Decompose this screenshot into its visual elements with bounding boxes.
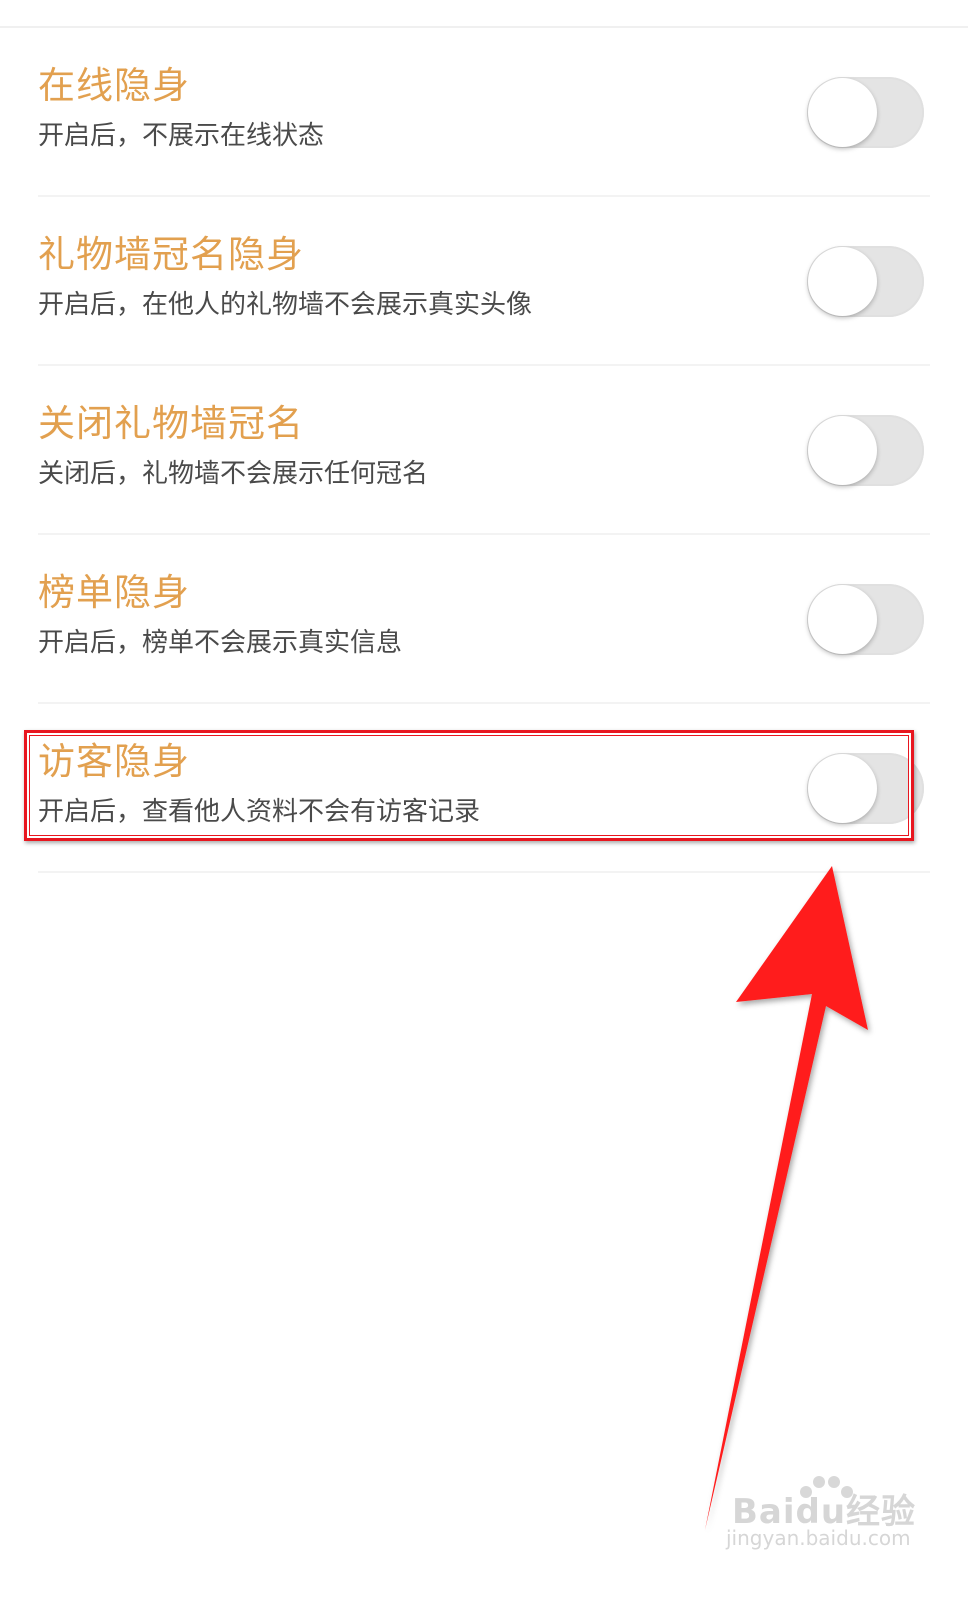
setting-title: 礼物墙冠名隐身 <box>38 233 304 276</box>
gift-wall-title-invisible-toggle[interactable] <box>807 246 924 317</box>
setting-row-online-invisible: 在线隐身 开启后，不展示在线状态 <box>38 28 930 197</box>
watermark-url: jingyan.baidu.com <box>726 1526 911 1550</box>
toggle-knob <box>808 416 877 485</box>
setting-title: 在线隐身 <box>38 64 190 107</box>
setting-row-visitor-invisible: 访客隐身 开启后，查看他人资料不会有访客记录 <box>38 704 930 873</box>
toggle-knob <box>808 247 877 316</box>
arrow-shape <box>705 866 868 1530</box>
setting-row-ranking-invisible: 榜单隐身 开启后，榜单不会展示真实信息 <box>38 535 930 704</box>
ranking-invisible-toggle[interactable] <box>807 584 924 655</box>
setting-title: 关闭礼物墙冠名 <box>38 402 304 445</box>
settings-list: 在线隐身 开启后，不展示在线状态 礼物墙冠名隐身 开启后，在他人的礼物墙不会展示… <box>0 28 968 873</box>
setting-description: 开启后，不展示在线状态 <box>38 121 325 151</box>
setting-description: 开启后，在他人的礼物墙不会展示真实头像 <box>38 290 533 320</box>
online-invisible-toggle[interactable] <box>807 77 924 148</box>
privacy-settings-page: 在线隐身 开启后，不展示在线状态 礼物墙冠名隐身 开启后，在他人的礼物墙不会展示… <box>0 0 968 1600</box>
close-gift-wall-title-toggle[interactable] <box>807 415 924 486</box>
toggle-knob <box>808 78 877 147</box>
toggle-knob <box>808 585 877 654</box>
setting-row-gift-wall-title-invisible: 礼物墙冠名隐身 开启后，在他人的礼物墙不会展示真实头像 <box>38 197 930 366</box>
baidu-jingyan-watermark: Baidu经验 jingyan.baidu.com <box>722 1474 922 1554</box>
setting-title: 访客隐身 <box>38 740 190 783</box>
watermark-brand: Baidu经验 <box>732 1492 917 1532</box>
setting-description: 关闭后，礼物墙不会展示任何冠名 <box>38 459 429 489</box>
setting-title: 榜单隐身 <box>38 571 190 614</box>
visitor-invisible-toggle[interactable] <box>807 753 924 824</box>
paw-logo-icon <box>800 1476 853 1498</box>
setting-description: 开启后，榜单不会展示真实信息 <box>38 628 403 658</box>
toggle-knob <box>808 754 877 823</box>
setting-description: 开启后，查看他人资料不会有访客记录 <box>38 797 481 827</box>
setting-row-close-gift-wall-title: 关闭礼物墙冠名 关闭后，礼物墙不会展示任何冠名 <box>38 366 930 535</box>
